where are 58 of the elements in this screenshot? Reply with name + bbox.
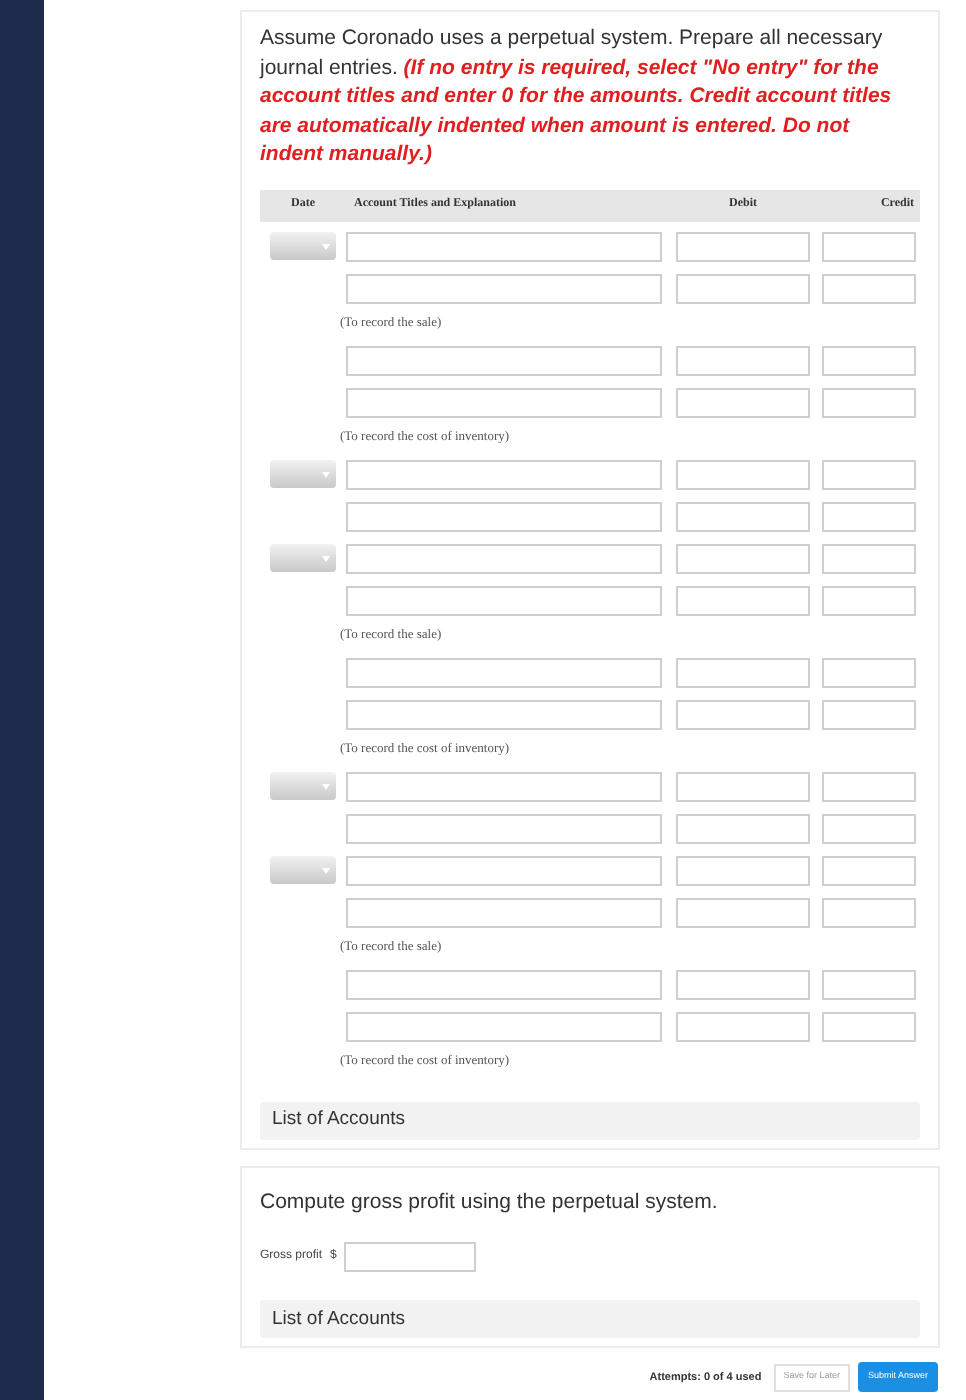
input-field[interactable] [346,273,662,303]
input-field[interactable] [676,969,810,999]
input-field[interactable] [676,1011,810,1041]
input-field[interactable] [676,585,810,615]
input-field[interactable] [676,387,810,417]
input-field[interactable] [346,231,662,261]
input-field[interactable] [346,543,662,573]
input-field[interactable] [822,387,916,417]
input-field[interactable] [676,771,810,801]
input-field[interactable] [822,657,916,687]
input-field[interactable] [346,813,662,843]
list-of-accounts-bar[interactable]: List of Accounts [260,1101,920,1139]
input-field[interactable] [822,855,916,885]
input-field[interactable] [676,501,810,531]
input-field[interactable] [344,1242,477,1273]
date-dropdown[interactable] [270,544,336,572]
input-field[interactable] [822,969,916,999]
input-field[interactable] [346,771,662,801]
input-field[interactable] [346,501,662,531]
input-field[interactable] [676,897,810,927]
input-field[interactable] [822,501,916,531]
input-field[interactable] [676,855,810,885]
input-field[interactable] [676,699,810,729]
input-field[interactable] [676,231,810,261]
input-field[interactable] [822,699,916,729]
input-field[interactable] [822,231,916,261]
input-field[interactable] [346,1011,662,1041]
question-text: Assume Coronado uses a perpetual system. Prepare all necessary journal entries. (If no entry is required, select "No entry" for the account titles and enter 0 for the amounts. Credit account titles are automatically indented when amount is entered. Do not indent manually.) [260,24,894,169]
input-field[interactable] [822,813,916,843]
input-field[interactable] [676,345,810,375]
input-field[interactable] [676,459,810,489]
input-field[interactable] [822,273,916,303]
input-field[interactable] [346,897,662,927]
input-field[interactable] [346,345,662,375]
input-field[interactable] [346,657,662,687]
input-field[interactable] [346,387,662,417]
input-field[interactable] [676,657,810,687]
input-field[interactable] [822,771,916,801]
list-of-accounts-bar[interactable]: List of Accounts [260,1300,920,1339]
input-field[interactable] [346,459,662,489]
gross-profit-title: Compute gross profit using the perpetual system. [260,1187,720,1217]
input-field[interactable] [822,1011,916,1041]
date-dropdown[interactable] [270,460,336,488]
input-field[interactable] [346,969,662,999]
input-field[interactable] [822,543,916,573]
input-field[interactable] [676,273,810,303]
input-field[interactable] [822,459,916,489]
date-dropdown[interactable] [270,772,336,800]
input-field[interactable] [676,543,810,573]
input-field[interactable] [346,585,662,615]
input-field[interactable] [676,813,810,843]
input-field[interactable] [346,699,662,729]
input-field[interactable] [822,897,916,927]
date-dropdown[interactable] [270,856,336,884]
input-field[interactable] [822,585,916,615]
input-field[interactable] [346,855,662,885]
date-dropdown[interactable] [270,232,336,260]
input-field[interactable] [822,345,916,375]
